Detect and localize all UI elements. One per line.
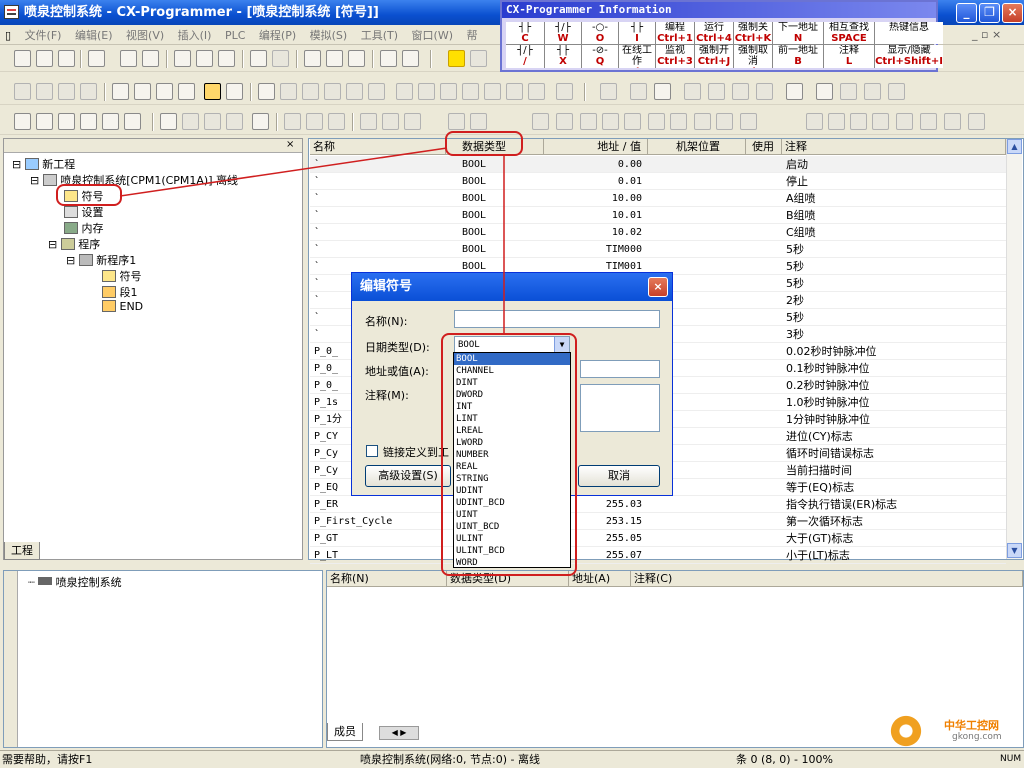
watermark-url: gkong.com <box>952 732 1002 742</box>
annotation-arrows <box>119 147 505 334</box>
status-help: 需要帮助，请按F1 <box>2 753 93 766</box>
status-position: 条 0 (8, 0) - 100% <box>736 753 833 766</box>
status-num: NUM <box>1000 754 1022 764</box>
status-bar: 需要帮助，请按F1 喷泉控制系统(网络:0, 节点:0) - 离线 条 0 (8… <box>0 750 1024 768</box>
watermark-text: 中华工控网 <box>944 719 999 732</box>
watermark-gear-icon <box>888 714 924 748</box>
status-network: 喷泉控制系统(网络:0, 节点:0) - 离线 <box>360 753 540 766</box>
